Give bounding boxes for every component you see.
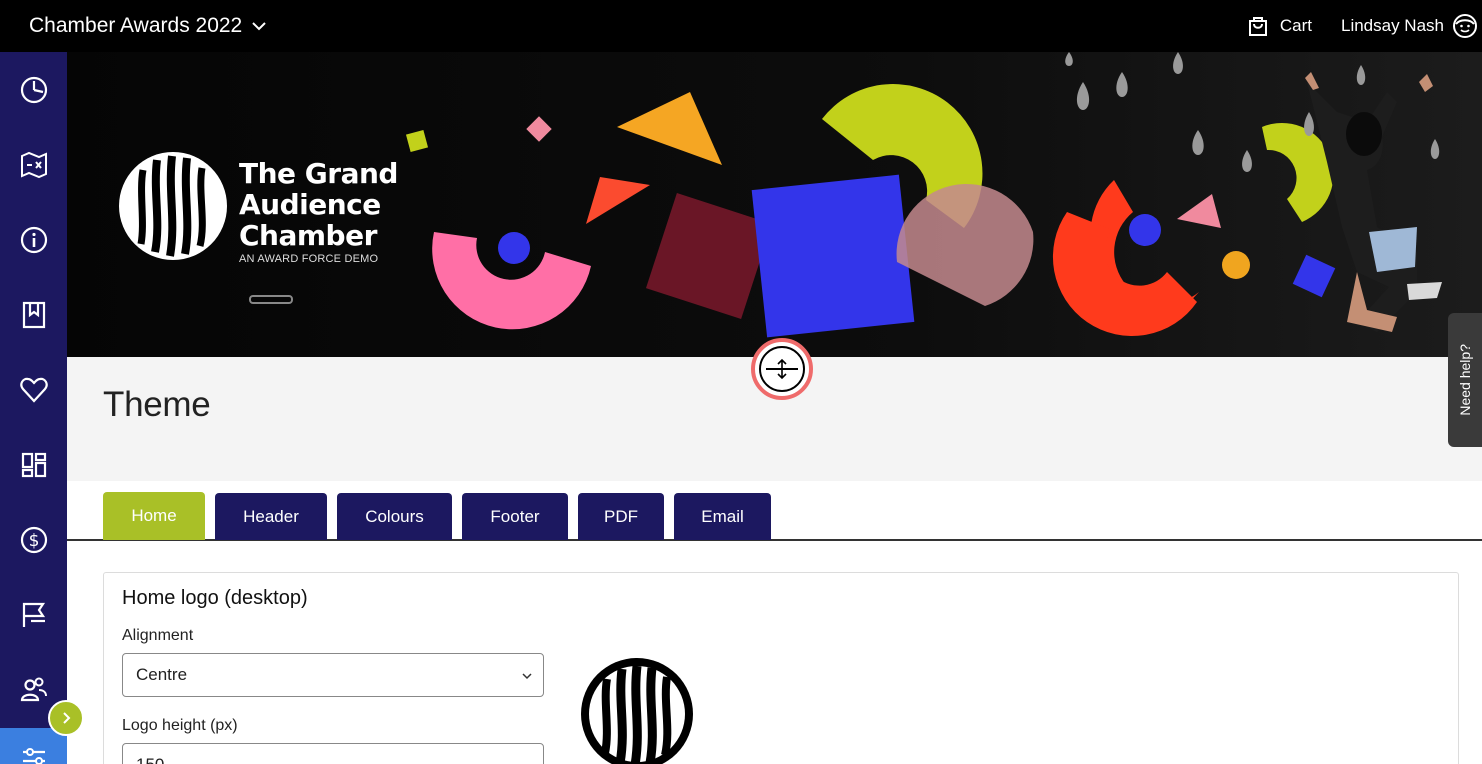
sidebar-item-info[interactable]: [0, 210, 67, 270]
svg-text:$: $: [28, 531, 39, 551]
brand-title: The Grand Audience Chamber: [239, 157, 398, 252]
user-name: Lindsay Nash: [1340, 16, 1444, 35]
alignment-label: Alignment: [122, 627, 194, 644]
dollar-icon: $: [20, 526, 47, 554]
info-icon: [20, 226, 47, 254]
sidebar-item-dashboard[interactable]: [0, 60, 67, 120]
logo-height-label: Logo height (px): [122, 717, 238, 734]
page-title: Theme: [103, 385, 211, 424]
cart-button[interactable]: Cart: [1246, 14, 1312, 38]
need-help-label: Need help?: [1457, 344, 1473, 416]
cart-label: Cart: [1279, 16, 1312, 35]
tab-pdf[interactable]: PDF: [578, 493, 664, 540]
program-name: Chamber Awards 2022: [29, 14, 243, 37]
sidebar-item-favourites[interactable]: [0, 360, 67, 420]
banner-resize-handle[interactable]: [751, 338, 813, 400]
tab-colours[interactable]: Colours: [337, 493, 452, 540]
widgets-icon: [21, 452, 46, 478]
dashboard-icon: [20, 76, 47, 104]
sidebar-item-flags[interactable]: [0, 585, 67, 645]
alignment-select[interactable]: Centre: [122, 653, 544, 697]
chevron-right-icon: [63, 712, 71, 724]
entries-icon: [20, 151, 47, 179]
top-bar: Chamber Awards 2022 Cart Lindsay Nash: [0, 0, 1482, 52]
tab-email[interactable]: Email: [674, 493, 771, 540]
alignment-value: Centre: [136, 665, 188, 684]
sidebar-item-widgets[interactable]: [0, 435, 67, 495]
logo-height-input[interactable]: [122, 743, 544, 764]
users-icon: [20, 677, 47, 702]
sidebar-nav: $: [0, 52, 67, 764]
user-menu[interactable]: Lindsay Nash: [1341, 13, 1478, 39]
sidebar-expand-button[interactable]: [48, 700, 84, 736]
section-title: Home logo (desktop): [122, 587, 308, 609]
bookmark-icon: [22, 301, 45, 329]
heart-icon: [19, 377, 48, 403]
program-selector[interactable]: Chamber Awards 2022: [29, 14, 268, 38]
chevron-down-icon: [522, 673, 532, 680]
shopping-bag-icon: [1248, 17, 1267, 36]
brand-logo-icon: [119, 152, 227, 260]
chevron-down-icon: [252, 22, 266, 31]
brand-subtitle: AN AWARD FORCE DEMO: [239, 253, 379, 265]
tab-footer[interactable]: Footer: [462, 493, 568, 540]
tab-header[interactable]: Header: [215, 493, 327, 540]
header-banner: The Grand Audience Chamber AN AWARD FORC…: [67, 52, 1482, 357]
sidebar-item-payments[interactable]: $: [0, 510, 67, 570]
user-avatar-icon: [1453, 14, 1477, 38]
flag-icon: [22, 602, 45, 627]
sidebar-item-bookmarks[interactable]: [0, 285, 67, 345]
sidebar-item-entries[interactable]: [0, 135, 67, 195]
logo-preview-icon: [581, 658, 693, 764]
need-help-tab[interactable]: Need help?: [1448, 313, 1482, 447]
resize-vertical-icon: [766, 358, 798, 380]
home-logo-card: Home logo (desktop) Alignment Centre Log…: [103, 572, 1459, 764]
tab-home[interactable]: Home: [103, 492, 205, 540]
settings-sliders-icon: [22, 748, 45, 764]
